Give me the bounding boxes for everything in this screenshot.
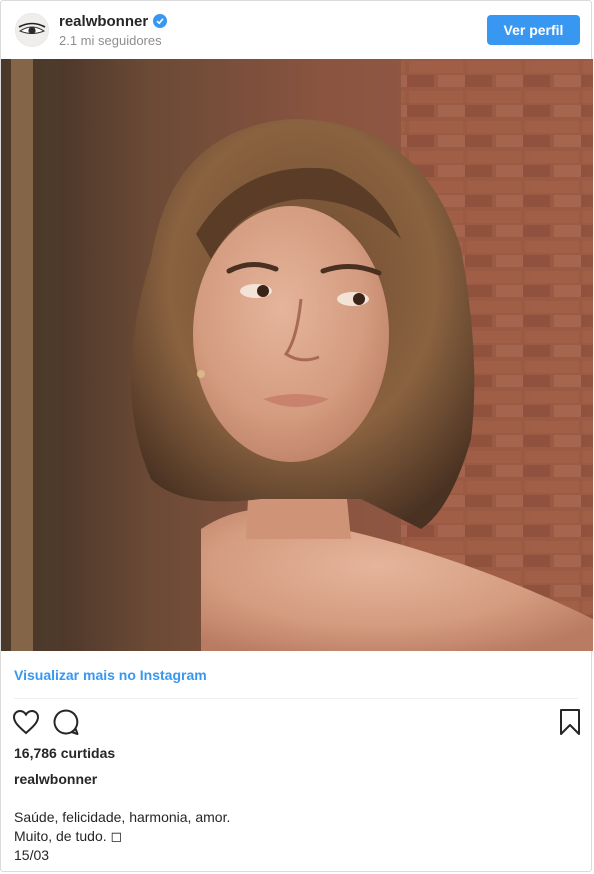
verified-badge-icon (153, 14, 168, 28)
caption-line: Saúde, felicidade, harmonia, amor. (14, 809, 231, 825)
heart-icon[interactable] (12, 709, 40, 740)
avatar[interactable] (15, 13, 49, 47)
like-count: 16,786 curtidas (14, 745, 116, 761)
caption: Saúde, felicidade, harmonia, amor. Muito… (14, 808, 230, 865)
caption-username[interactable]: realwbonner (14, 771, 97, 787)
post-actions (1, 707, 591, 739)
post-date: 15/03 (14, 847, 50, 863)
view-profile-button[interactable]: Ver perfil (487, 15, 580, 45)
instagram-embed: realwbonner 2.1 mi seguidores Ver perfil (0, 0, 593, 872)
bookmark-icon[interactable] (559, 708, 581, 741)
view-more-link[interactable]: Visualizar mais no Instagram (14, 667, 207, 683)
post-header: realwbonner 2.1 mi seguidores Ver perfil (1, 1, 591, 59)
comment-icon[interactable] (52, 708, 80, 741)
divider (14, 698, 578, 699)
username[interactable]: realwbonner (59, 13, 148, 30)
post-photo[interactable] (1, 59, 593, 651)
follower-count: 2.1 mi seguidores (59, 33, 162, 48)
caption-line: Muito, de tudo. ◻ (14, 828, 123, 844)
